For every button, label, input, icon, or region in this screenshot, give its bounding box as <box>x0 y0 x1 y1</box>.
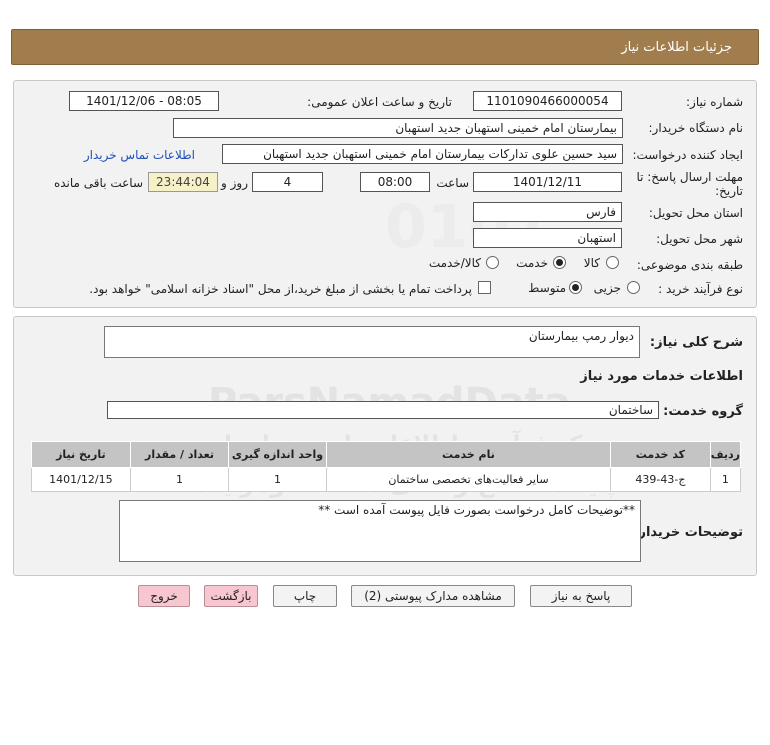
category-both-label: کالا/خدمت <box>428 256 481 270</box>
province-field: فارس <box>473 202 622 222</box>
announce-label: تاریخ و ساعت اعلان عمومی: <box>307 95 452 109</box>
col-service-name: نام خدمت <box>325 441 612 468</box>
services-table: تاریخ نیاز تعداد / مقدار واحد اندازه گیر… <box>31 441 742 492</box>
page-title: جزئیات اطلاعات نیاز <box>621 40 732 55</box>
services-title: اطلاعات خدمات مورد نیاز <box>580 369 743 384</box>
col-date: تاریخ نیاز <box>31 441 131 468</box>
treasury-payment-note: پرداخت تمام یا بخشی از مبلغ خرید،از محل … <box>89 282 472 296</box>
cell-unit: 1 <box>228 467 327 492</box>
col-quantity: تعداد / مقدار <box>129 441 230 468</box>
service-group-field: ساختمان <box>107 401 659 419</box>
cell-date: 1401/12/15 <box>31 467 131 492</box>
category-goods-label: کالا <box>583 256 600 270</box>
category-service-label: خدمت <box>516 256 548 270</box>
deadline-date-field: 1401/12/11 <box>473 172 622 192</box>
col-row: ردیف <box>709 441 742 468</box>
treasury-payment-checkbox[interactable] <box>478 281 491 294</box>
category-both-radio[interactable] <box>486 256 499 269</box>
deadline-time-label: ساعت <box>436 176 469 190</box>
province-label: استان محل تحویل: <box>648 206 743 220</box>
table-header-row: تاریخ نیاز تعداد / مقدار واحد اندازه گیر… <box>31 441 742 468</box>
exit-button[interactable]: خروج <box>138 585 190 607</box>
category-goods-radio[interactable] <box>606 256 619 269</box>
process-label: نوع فرآیند خرید : <box>658 282 743 296</box>
deadline-label-2: تاریخ: <box>715 184 743 198</box>
reply-button[interactable]: پاسخ به نیاز <box>530 585 632 607</box>
col-service-code: کد خدمت <box>610 441 711 468</box>
view-attachments-button[interactable]: مشاهده مدارک پیوستی (2) <box>351 585 515 607</box>
requester-field: سید حسین علوی تدارکات بیمارستان امام خمی… <box>222 144 623 164</box>
cell-service-name: سایر فعالیت‌های تخصصی ساختمان <box>325 467 612 492</box>
back-button[interactable]: بازگشت <box>204 585 258 607</box>
print-button[interactable]: چاپ <box>273 585 337 607</box>
buyer-notes-field: **توضیحات کامل درخواست بصورت فایل پیوست … <box>119 500 641 562</box>
remaining-time-label: ساعت باقی مانده <box>53 176 143 190</box>
cell-service-code: ج-43-439 <box>610 467 711 492</box>
cell-row: 1 <box>709 467 742 492</box>
buyer-org-field: بیمارستان امام خمینی استهبان جدید استهبا… <box>173 118 623 138</box>
process-minor-radio[interactable] <box>627 281 640 294</box>
category-label: طبقه بندی موضوعی: <box>636 258 743 272</box>
deadline-time-field: 08:00 <box>360 172 430 192</box>
need-number-field: 1101090466000054 <box>473 91 622 111</box>
table-row: 1401/12/15 1 1 سایر فعالیت‌های تخصصی ساخ… <box>31 467 742 492</box>
process-medium-label: متوسط <box>528 281 566 295</box>
deadline-days-field: 4 <box>252 172 323 192</box>
summary-field: دیوار رمپ بیمارستان <box>104 326 640 358</box>
remaining-time-field: 23:44:04 <box>148 172 218 192</box>
process-medium-radio[interactable] <box>569 281 582 294</box>
deadline-days-label: روز و <box>221 176 248 190</box>
city-label: شهر محل تحویل: <box>656 232 743 246</box>
col-unit: واحد اندازه گیری <box>228 441 327 468</box>
need-info-panel <box>13 80 757 308</box>
city-field: استهبان <box>473 228 622 248</box>
announce-field: 1401/12/06 - 08:05 <box>69 91 219 111</box>
cell-quantity: 1 <box>129 467 230 492</box>
process-minor-label: جزیی <box>593 281 621 295</box>
service-group-label: گروه خدمت: <box>663 404 743 419</box>
summary-label: شرح کلی نیاز: <box>649 335 743 350</box>
buyer-contact-link[interactable]: اطلاعات تماس خریدار <box>84 148 195 162</box>
buyer-org-label: نام دستگاه خریدار: <box>648 121 744 135</box>
buyer-notes-label: توضیحات خریدار: <box>633 525 743 540</box>
requester-label: ایجاد کننده درخواست: <box>632 148 743 162</box>
need-number-label: شماره نیاز: <box>686 95 743 109</box>
deadline-label: مهلت ارسال پاسخ: تا <box>636 170 743 184</box>
page-header: جزئیات اطلاعات نیاز <box>11 29 759 65</box>
category-service-radio[interactable] <box>553 256 566 269</box>
